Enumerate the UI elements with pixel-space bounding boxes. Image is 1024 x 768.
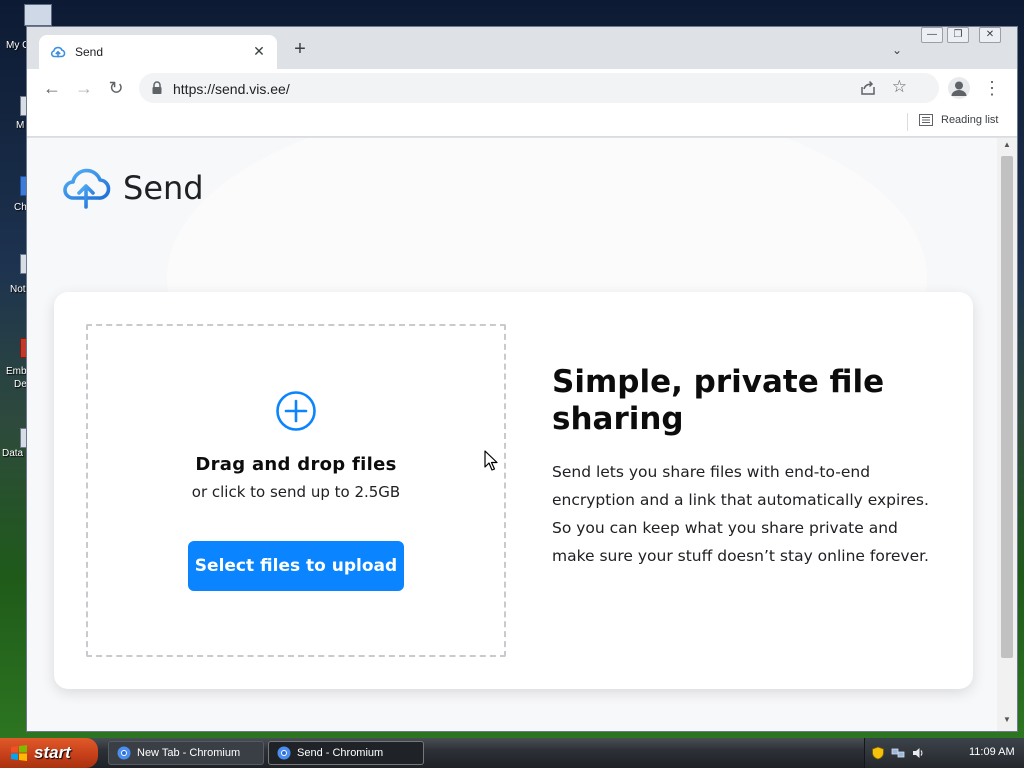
reading-list-label: Reading list [941, 114, 999, 126]
desktop-icon-label: Ch [14, 202, 27, 213]
start-button[interactable]: start [0, 738, 98, 768]
send-cloud-icon [50, 46, 66, 58]
tab-title: Send [75, 45, 104, 59]
cloud-upload-icon [63, 168, 111, 209]
taskbar: start New Tab - Chromium Send - Chromium [0, 738, 1024, 768]
close-window-button[interactable]: ✕ [979, 27, 1001, 43]
tab-strip: Send ✕ + ⌄ — ❐ ✕ [27, 27, 1017, 69]
taskbar-item-send[interactable]: Send - Chromium [268, 741, 424, 765]
browser-window: Send ✕ + ⌄ — ❐ ✕ ← → ↻ https://send.vis.… [26, 26, 1018, 732]
address-bar[interactable]: https://send.vis.ee/ ☆ [139, 73, 939, 103]
mouse-cursor-icon [484, 450, 498, 471]
desktop-icon-label: Data [2, 448, 24, 459]
taskbar-item-new-tab[interactable]: New Tab - Chromium [108, 741, 264, 765]
system-tray: 11:09 AM [864, 738, 1024, 768]
scroll-up-arrow-icon[interactable]: ▲ [997, 140, 1017, 154]
volume-icon[interactable] [911, 746, 925, 760]
profile-avatar[interactable] [948, 77, 970, 99]
share-icon[interactable] [859, 79, 877, 97]
minimize-button[interactable]: — [921, 27, 943, 43]
url-text[interactable]: https://send.vis.ee/ [173, 81, 290, 97]
desktop-icon-label: Not [10, 284, 26, 295]
maximize-button[interactable]: ❐ [947, 27, 969, 43]
back-button[interactable]: ← [39, 75, 65, 101]
clock[interactable]: 11:09 AM [969, 746, 1015, 758]
chromium-icon [277, 746, 291, 760]
scrollbar-thumb[interactable] [1001, 156, 1013, 658]
brand-name: Send [123, 169, 204, 207]
drop-zone-subtitle: or click to send up to 2.5GB [191, 483, 401, 501]
browser-menu-icon[interactable]: ⋮ [983, 77, 1001, 99]
tab-send[interactable]: Send ✕ [39, 35, 277, 69]
bookmarks-bar: Reading list [27, 107, 1017, 137]
tab-close-icon[interactable]: ✕ [251, 43, 267, 59]
lock-icon[interactable] [151, 81, 163, 95]
person-icon [951, 81, 967, 96]
select-files-button[interactable]: Select files to upload [188, 541, 404, 591]
tab-search-chevron-icon[interactable]: ⌄ [889, 43, 905, 59]
page-viewport: Send Drag and drop files or click to sen… [27, 138, 997, 731]
new-tab-button[interactable]: + [289, 39, 311, 61]
network-icon[interactable] [891, 746, 905, 760]
taskbar-item-label: Send - Chromium [297, 747, 384, 759]
intro-body: Send lets you share files with end-to-en… [552, 463, 929, 565]
chromium-icon [117, 746, 131, 760]
desktop-icon-label: Emb [6, 366, 27, 377]
start-label: start [34, 743, 71, 762]
desktop-icon-label: M [16, 120, 25, 131]
forward-button[interactable]: → [71, 75, 97, 101]
drop-zone-title: Drag and drop files [195, 454, 397, 475]
browser-toolbar: ← → ↻ https://send.vis.ee/ ☆ ⋮ [27, 69, 1017, 107]
computer-icon [24, 4, 52, 26]
intro-heading: Simple, private file sharing [552, 364, 885, 437]
bookmarks-separator [907, 113, 908, 131]
desktop-icon-label: De [14, 379, 27, 390]
windows-logo-icon [11, 745, 27, 761]
security-shield-icon[interactable] [871, 746, 885, 760]
reload-button[interactable]: ↻ [103, 75, 129, 101]
bookmark-star-icon[interactable]: ☆ [892, 77, 907, 97]
scroll-down-arrow-icon[interactable]: ▼ [997, 715, 1017, 729]
taskbar-item-label: New Tab - Chromium [137, 747, 241, 759]
drop-zone[interactable]: Drag and drop files or click to send up … [86, 324, 506, 657]
add-circle-icon[interactable] [275, 390, 317, 432]
intro-section: Simple, private file sharing Send lets y… [552, 364, 942, 570]
vertical-scrollbar[interactable]: ▲ ▼ [997, 138, 1017, 731]
upload-card: Drag and drop files or click to send up … [54, 292, 973, 689]
reading-list-button[interactable]: Reading list [919, 114, 999, 127]
reading-list-icon [919, 114, 933, 127]
